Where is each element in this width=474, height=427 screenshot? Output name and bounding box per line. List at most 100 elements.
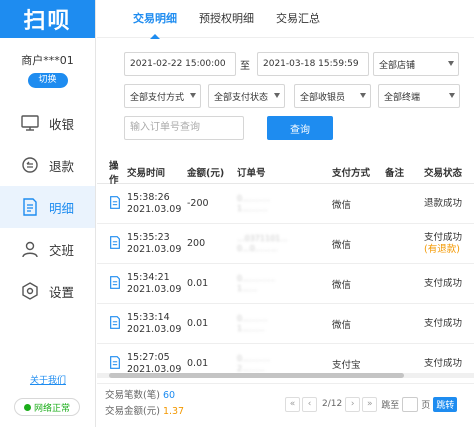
row-date: 2021.03.09 xyxy=(127,283,182,295)
header-cell: 备注 xyxy=(385,167,405,179)
range-separator: 至 xyxy=(240,61,250,72)
header-cell: 交易时间 xyxy=(127,167,166,179)
terminal-value: 全部终端 xyxy=(384,92,421,103)
settings-icon xyxy=(20,281,40,301)
header-cell: 金额(元) xyxy=(187,167,225,179)
sidebar: 扫呗 商户***01 切换 收银 退款 明细 交班 设置 关于我们 网络正常 xyxy=(0,0,96,427)
switch-merchant-button[interactable]: 切换 xyxy=(27,73,68,88)
end-time-field[interactable]: 2021-03-18 15:59:59 xyxy=(257,52,369,76)
row-order-line: 0.......... xyxy=(237,313,268,323)
store-select[interactable]: 全部店铺 xyxy=(373,52,459,76)
nav-label: 交班 xyxy=(49,242,75,258)
nav-item-detail[interactable]: 明细 xyxy=(0,186,95,228)
nav-label: 明细 xyxy=(49,200,75,216)
terminal-select[interactable]: 全部终端 xyxy=(378,84,460,108)
table-row[interactable]: 15:33:14 2021.03.09 0.01 0.......... 1....… xyxy=(97,304,474,344)
prev-page-button[interactable]: ‹ xyxy=(302,396,317,412)
status-dot-icon xyxy=(23,403,31,411)
start-time-field[interactable]: 2021-02-22 15:00:00 xyxy=(124,52,236,76)
row-order-line: 1...... xyxy=(237,283,258,293)
chevron-down-icon xyxy=(190,93,196,98)
row-date: 2021.03.09 xyxy=(127,323,182,335)
header-cell: 交易状态 xyxy=(424,167,463,179)
jump-button[interactable]: 跳转 xyxy=(433,396,458,412)
start-time-value: 2021-02-22 15:00:00 xyxy=(130,59,226,69)
jump-to-label: 跳至 xyxy=(381,400,400,411)
row-amount: 200 xyxy=(187,238,206,249)
row-time: 15:35:23 xyxy=(127,231,170,243)
table-row[interactable]: 15:38:26 2021.03.09 -200 0........... 1...… xyxy=(97,184,474,224)
app-logo: 扫呗 xyxy=(0,0,95,38)
about-us-link[interactable]: 关于我们 xyxy=(0,373,96,386)
table-row[interactable]: 15:27:05 2021.03.09 0.01 0........... 2...… xyxy=(97,344,474,384)
row-time: 15:33:14 xyxy=(127,311,170,323)
first-page-button[interactable]: « xyxy=(285,396,300,412)
chevron-down-icon xyxy=(448,61,454,66)
view-detail-icon[interactable] xyxy=(109,195,121,209)
row-time: 15:34:21 xyxy=(127,271,170,283)
view-detail-icon[interactable] xyxy=(109,315,121,329)
amount-label: 交易金额(元) xyxy=(105,406,160,417)
nav-item-shift[interactable]: 交班 xyxy=(0,228,95,270)
transaction-count: 交易笔数(笔) 60 xyxy=(105,387,175,401)
row-order-line: 0........... xyxy=(237,353,271,363)
monitor-icon xyxy=(20,113,40,133)
network-status-text: 网络正常 xyxy=(33,403,70,414)
row-date: 2021.03.09 xyxy=(127,243,182,255)
row-pay-method: 微信 xyxy=(332,199,352,211)
row-pay-method: 微信 xyxy=(332,319,352,331)
view-detail-icon[interactable] xyxy=(109,275,121,289)
row-pay-method: 微信 xyxy=(332,279,352,291)
pay-status-value: 全部支付状态 xyxy=(214,92,269,103)
transaction-amount: 交易金额(元) 1.37 xyxy=(105,403,184,417)
row-date: 2021.03.09 xyxy=(127,203,182,215)
nav-label: 收银 xyxy=(49,116,75,132)
pay-method-select[interactable]: 全部支付方式 xyxy=(124,84,201,108)
order-number-input[interactable]: 输入订单号查询 xyxy=(124,116,244,140)
main-panel: 交易明细 预授权明细 交易汇总 2021-02-22 15:00:00 至 20… xyxy=(97,0,474,427)
query-button[interactable]: 查询 xyxy=(267,116,333,140)
row-order-line: 1.......... xyxy=(237,203,268,213)
pay-status-select[interactable]: 全部支付状态 xyxy=(208,84,285,108)
tab-bar: 交易明细 预授权明细 交易汇总 xyxy=(97,0,474,39)
page-number-input[interactable] xyxy=(402,396,419,412)
chevron-down-icon xyxy=(274,93,280,98)
nav-item-settings[interactable]: 设置 xyxy=(0,270,95,312)
merchant-name: 商户***01 xyxy=(21,54,74,67)
row-amount: 0.01 xyxy=(187,358,209,369)
row-status: 支付成功 xyxy=(424,357,463,369)
nav-item-refund[interactable]: 退款 xyxy=(0,144,95,186)
row-status: 支付成功 xyxy=(424,277,463,289)
table-header: 操作 交易时间 金额(元) 订单号 支付方式 备注 交易状态 xyxy=(97,160,474,186)
tab-transaction-summary[interactable]: 交易汇总 xyxy=(276,0,320,38)
row-time: 15:27:05 xyxy=(127,351,170,363)
view-detail-icon[interactable] xyxy=(109,355,121,369)
transaction-table: 操作 交易时间 金额(元) 订单号 支付方式 备注 交易状态 15:38:26 2… xyxy=(97,160,474,384)
cashier-select[interactable]: 全部收银员 xyxy=(294,84,371,108)
next-page-button[interactable]: › xyxy=(345,396,361,412)
horizontal-scrollbar[interactable] xyxy=(97,373,474,378)
network-status-badge: 网络正常 xyxy=(14,398,80,416)
row-order-line: 0...0......... xyxy=(237,243,278,253)
row-status: 支付成功 xyxy=(424,317,463,329)
row-pay-method: 微信 xyxy=(332,239,352,251)
table-row[interactable]: 15:35:23 2021.03.09 200 ...0371101... 0...… xyxy=(97,224,474,264)
chevron-down-icon xyxy=(360,93,366,98)
page-indicator: 2/12 xyxy=(322,399,343,409)
row-amount: 0.01 xyxy=(187,318,209,329)
tab-transaction-detail[interactable]: 交易明细 xyxy=(133,0,177,39)
store-value: 全部店铺 xyxy=(379,60,416,71)
row-order-line: ...0371101... xyxy=(237,233,288,243)
nav-item-cashier[interactable]: 收银 xyxy=(0,102,95,144)
scrollbar-thumb[interactable] xyxy=(109,373,404,378)
pay-method-value: 全部支付方式 xyxy=(130,92,185,103)
tab-preauth-detail[interactable]: 预授权明细 xyxy=(199,0,254,38)
header-cell: 操作 xyxy=(109,160,119,186)
table-row[interactable]: 15:34:21 2021.03.09 0.01 0............. 1.… xyxy=(97,264,474,304)
detail-icon xyxy=(20,197,40,217)
view-detail-icon[interactable] xyxy=(109,235,121,249)
last-page-button[interactable]: » xyxy=(362,396,378,412)
pagination: « ‹ 2/12 › » 跳至 页 跳转 xyxy=(285,396,458,412)
nav-label: 设置 xyxy=(49,284,75,300)
row-amount: -200 xyxy=(187,198,209,209)
